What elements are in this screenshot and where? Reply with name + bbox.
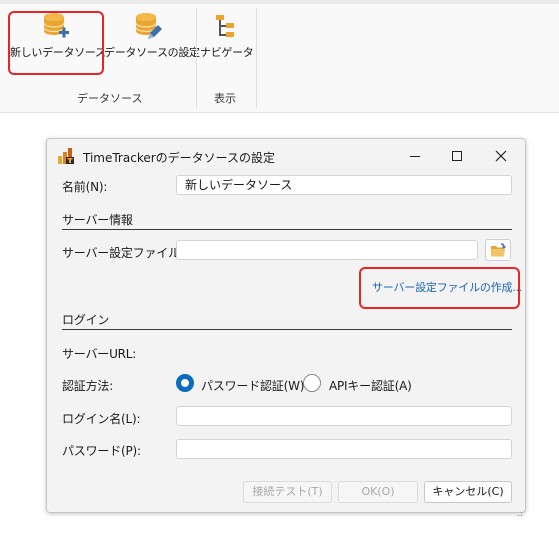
- data-source-settings-dialog: TimeTrackerのデータソースの設定 名前(N): 新しいデータソース サ…: [46, 138, 526, 517]
- api-key-auth-radio[interactable]: [303, 374, 321, 392]
- open-folder-icon: [491, 243, 506, 257]
- close-button[interactable]: [487, 142, 515, 170]
- login-name-label: ログイン名(L):: [62, 412, 141, 426]
- group-label-data-source: データソース: [77, 92, 143, 105]
- server-url-label: サーバーURL:: [62, 347, 137, 361]
- highlight-create-server-file: [359, 267, 520, 309]
- password-label: パスワード(P):: [62, 444, 141, 458]
- auth-method-label: 認証方法:: [62, 379, 114, 393]
- login-heading: ログイン: [62, 313, 110, 327]
- password-auth-radio[interactable]: [176, 374, 194, 392]
- ribbon-group-divider: [256, 8, 257, 108]
- password-auth-label[interactable]: パスワード認証(W): [201, 377, 304, 394]
- server-info-heading: サーバー情報: [62, 213, 133, 227]
- dialog-titlebar[interactable]: TimeTrackerのデータソースの設定: [47, 139, 525, 173]
- server-section-divider: [62, 229, 512, 230]
- name-input[interactable]: 新しいデータソース: [176, 175, 512, 195]
- dialog-title: TimeTrackerのデータソースの設定: [83, 151, 276, 165]
- ok-button[interactable]: OK(O): [338, 481, 418, 503]
- group-label-view: 表示: [214, 92, 236, 105]
- resize-grip-icon[interactable]: [515, 502, 523, 517]
- connection-test-button[interactable]: 接続テスト(T): [243, 481, 332, 503]
- maximize-icon: [452, 151, 462, 161]
- minimize-button[interactable]: [401, 142, 429, 170]
- highlight-new-data-source: [8, 11, 104, 75]
- data-source-settings-button[interactable]: データソースの設定: [104, 12, 200, 60]
- api-key-auth-label[interactable]: APIキー認証(A): [329, 377, 412, 394]
- ribbon-top-strip: [0, 0, 559, 4]
- navigator-label: ナビゲータ: [200, 46, 254, 59]
- navigator-button[interactable]: ナビゲータ: [200, 12, 254, 60]
- ribbon-group-divider: [196, 8, 197, 108]
- server-file-input[interactable]: [176, 240, 478, 260]
- close-icon: [495, 150, 507, 162]
- browse-folder-button[interactable]: [485, 239, 511, 261]
- timetracker-app-icon: [57, 147, 75, 165]
- login-section-divider: [62, 329, 512, 330]
- cancel-button[interactable]: キャンセル(C): [424, 481, 512, 503]
- database-edit-icon: [134, 12, 162, 42]
- maximize-button[interactable]: [443, 142, 471, 170]
- minimize-icon: [410, 156, 420, 157]
- password-input[interactable]: [176, 439, 512, 459]
- name-label: 名前(N):: [62, 180, 108, 194]
- login-name-input[interactable]: [176, 406, 512, 426]
- data-source-settings-label: データソースの設定: [104, 46, 200, 59]
- navigator-tree-icon: [212, 12, 240, 42]
